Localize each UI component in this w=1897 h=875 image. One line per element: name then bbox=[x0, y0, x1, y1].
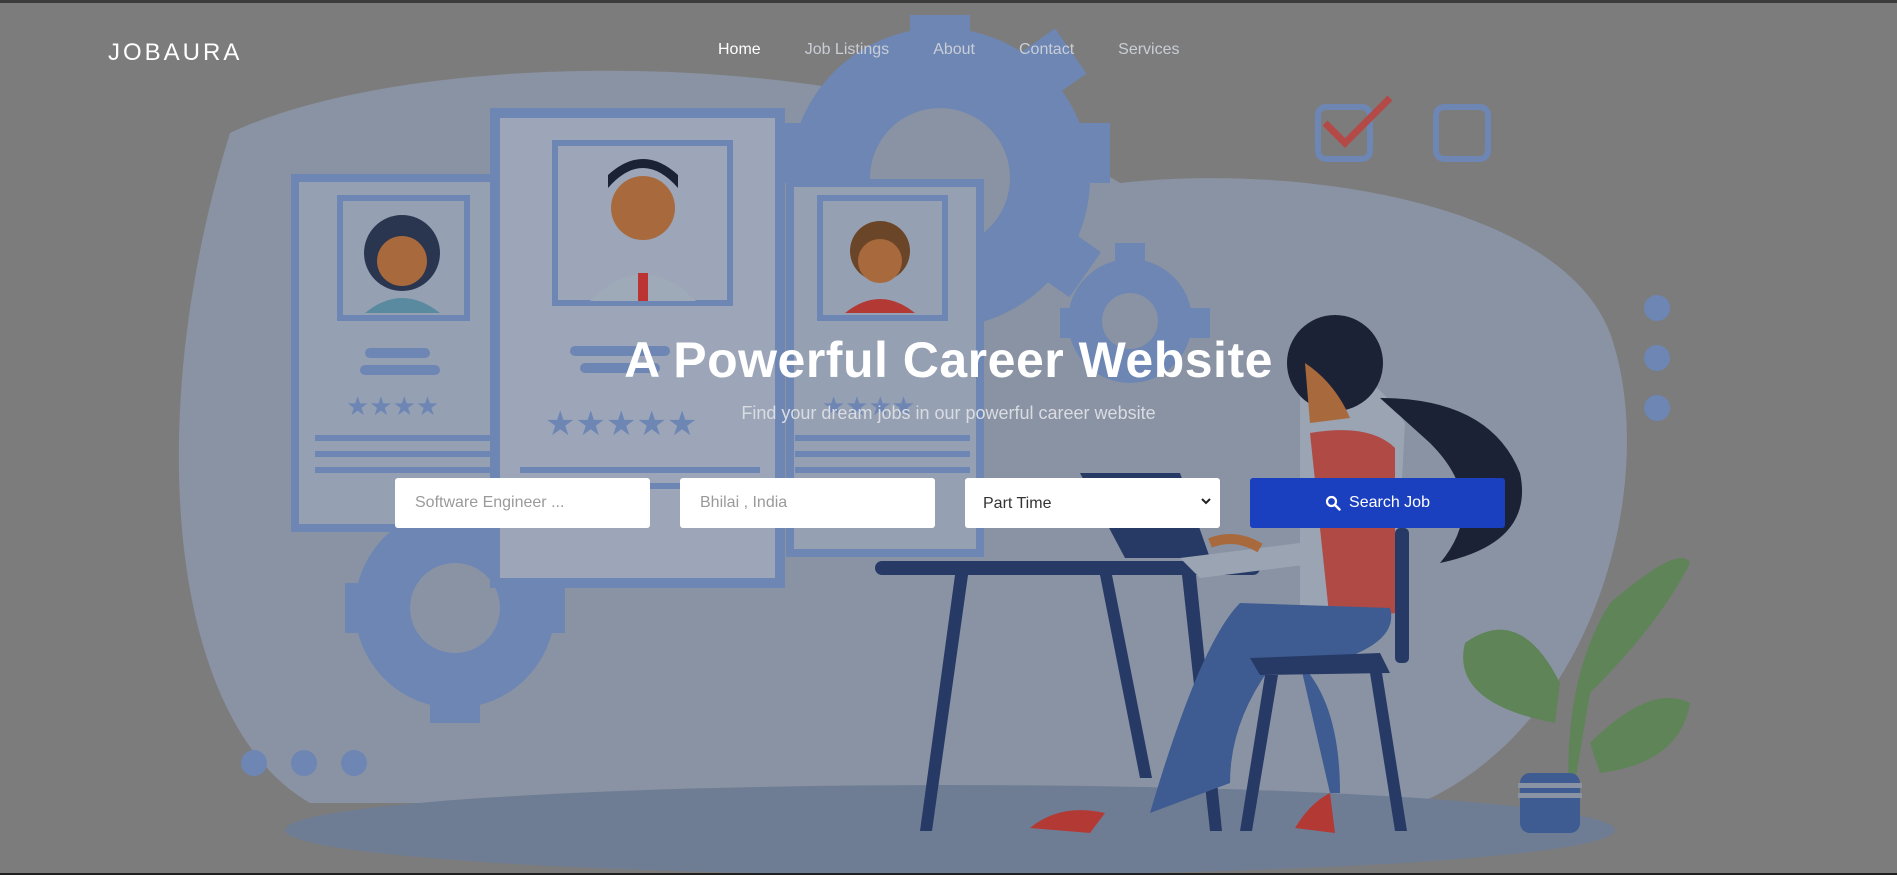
nav-item-home[interactable]: Home bbox=[718, 41, 761, 59]
hero-dark-overlay bbox=[0, 3, 1897, 873]
job-type-select-wrapper: Part Time bbox=[965, 478, 1220, 528]
main-navigation: Home Job Listings About Contact Services bbox=[718, 41, 1224, 59]
nav-item-contact[interactable]: Contact bbox=[1019, 41, 1074, 59]
nav-item-services[interactable]: Services bbox=[1118, 41, 1179, 59]
location-input[interactable] bbox=[680, 478, 935, 528]
job-type-select[interactable]: Part Time bbox=[965, 478, 1220, 528]
search-job-button-label: Search Job bbox=[1349, 494, 1430, 511]
brand-logo[interactable]: JOBAURA bbox=[108, 39, 242, 67]
search-icon bbox=[1325, 495, 1341, 511]
nav-item-job-listings[interactable]: Job Listings bbox=[805, 41, 890, 59]
search-job-button[interactable]: Search Job bbox=[1250, 478, 1505, 528]
hero-section: ★★★★ ★★★★★ ★★★★ JOBAURA Home Job Listing… bbox=[0, 3, 1897, 873]
hero-subtitle: Find your dream jobs in our powerful car… bbox=[741, 403, 1156, 423]
nav-item-about[interactable]: About bbox=[933, 41, 975, 59]
keyword-input[interactable] bbox=[395, 478, 650, 528]
hero-title: A Powerful Career Website bbox=[624, 332, 1273, 388]
